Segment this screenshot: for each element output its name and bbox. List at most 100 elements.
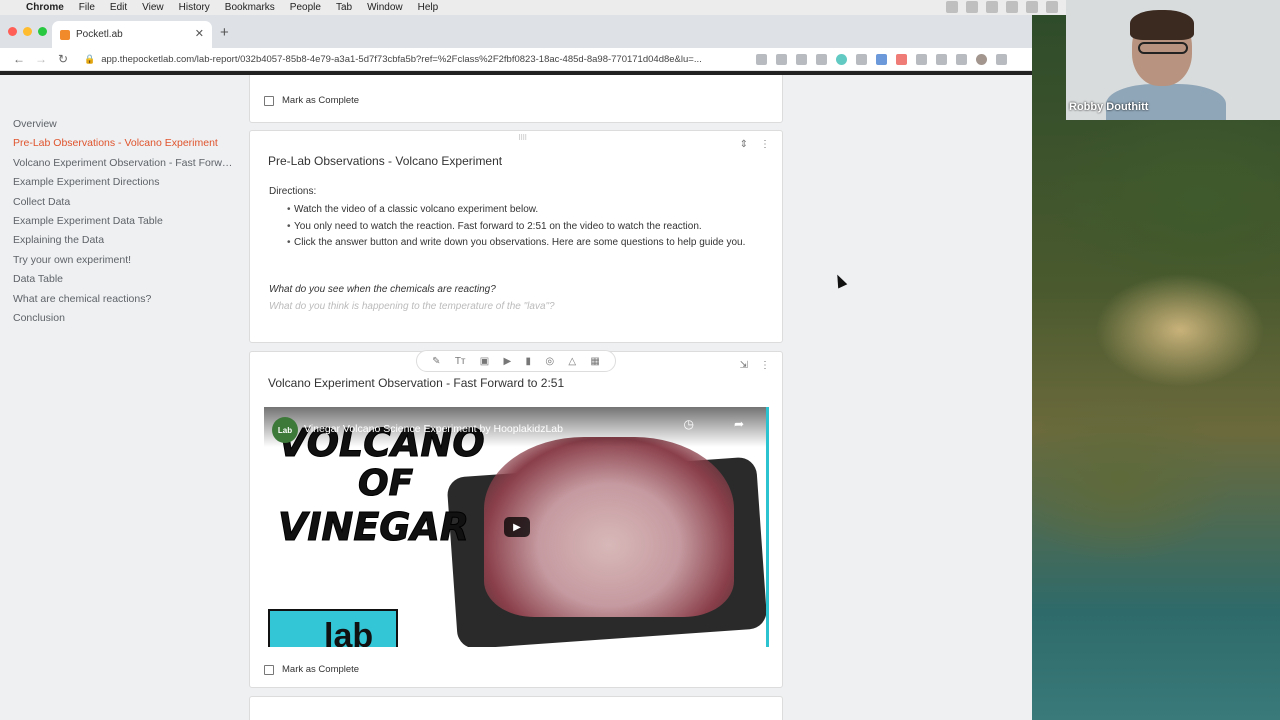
browser-toolbar: ← → ↻ 🔒 app.thepocketlab.com/lab-report/… [0, 48, 1032, 71]
address-bar[interactable]: 🔒 app.thepocketlab.com/lab-report/032b40… [80, 50, 750, 69]
directions-item: Watch the video of a classic volcano exp… [287, 202, 764, 219]
menu-file[interactable]: File [79, 2, 95, 13]
mark-complete-control[interactable]: Mark as Complete [264, 664, 359, 675]
nav-item-overview[interactable]: Overview [0, 115, 236, 134]
window-controls [8, 27, 47, 36]
mark-complete-control[interactable]: Mark as Complete [264, 95, 359, 106]
pocketlab-favicon-icon [60, 29, 70, 40]
key-icon[interactable] [956, 53, 967, 65]
maximize-window-button[interactable] [38, 27, 47, 36]
nav-item-conclusion[interactable]: Conclusion [0, 309, 236, 328]
menu-view[interactable]: View [142, 2, 164, 13]
nav-item-prelab[interactable]: Pre-Lab Observations - Volcano Experimen… [0, 134, 236, 153]
menu-tab[interactable]: Tab [336, 2, 352, 13]
more-options-icon[interactable]: ⋮ [760, 360, 770, 371]
nav-item-explaining-data[interactable]: Explaining the Data [0, 231, 236, 250]
star-icon[interactable] [796, 53, 807, 65]
extension-icon[interactable] [816, 53, 827, 65]
reload-icon[interactable]: ↻ [52, 52, 74, 66]
youtube-video-embed[interactable]: VOLCANO OF VINEGAR lab Lab Vinegar Volca… [264, 407, 769, 647]
menu-help[interactable]: Help [418, 2, 439, 13]
add-drive-icon[interactable]: △ [568, 356, 576, 367]
share-arrow-icon[interactable]: ➦ [734, 417, 744, 431]
card-controls: ⇕ ⋮ [740, 139, 770, 150]
browser-tab[interactable]: Pocketl.ab ✕ [52, 21, 212, 48]
add-table-icon[interactable]: ▦ [590, 356, 599, 367]
text-format-icon[interactable]: Tт [455, 356, 466, 367]
status-icon[interactable] [986, 1, 998, 13]
forward-arrow-icon[interactable]: → [30, 52, 52, 66]
more-menu-icon[interactable] [996, 53, 1007, 65]
cast-icon[interactable] [936, 53, 947, 65]
location-icon[interactable] [756, 53, 767, 65]
directions-list: Watch the video of a classic volcano exp… [287, 202, 764, 252]
mark-complete-checkbox[interactable] [264, 664, 274, 675]
mac-menubar: Chrome File Edit View History Bookmarks … [0, 0, 1066, 15]
extension-icon[interactable] [856, 53, 867, 65]
add-image-icon[interactable]: ▣ [480, 356, 489, 367]
drag-handle-icon[interactable]: ⠿⠿ [518, 134, 530, 142]
collapse-icon[interactable]: ⇕ [740, 139, 748, 150]
profile-avatar[interactable] [976, 53, 987, 65]
puzzle-icon[interactable] [916, 53, 927, 65]
add-question-icon[interactable]: ◎ [545, 356, 554, 367]
insert-content-toolbar: ✎ Tт ▣ ▶ ▮ ◎ △ ▦ [416, 350, 616, 372]
mark-complete-checkbox[interactable] [264, 95, 274, 106]
add-text-icon[interactable]: ✎ [432, 356, 440, 367]
nav-item-example-directions[interactable]: Example Experiment Directions [0, 173, 236, 192]
nav-item-volcano-observation[interactable]: Volcano Experiment Observation - Fast Fo… [0, 154, 236, 173]
menu-app[interactable]: Chrome [26, 2, 64, 13]
play-button[interactable]: ▶ [504, 517, 530, 537]
nav-item-collect-data[interactable]: Collect Data [0, 193, 236, 212]
lab-report-page: Overview Pre-Lab Observations - Volcano … [0, 75, 1032, 720]
watch-later-icon[interactable]: ◷ [684, 417, 694, 431]
channel-logo-icon[interactable]: Lab [272, 417, 298, 443]
video-title[interactable]: Vinegar Volcano Science Experiment by Ho… [304, 423, 563, 435]
add-video-icon[interactable]: ▶ [504, 356, 512, 367]
tab-strip: Pocketl.ab ✕ + [0, 15, 1032, 48]
status-icon[interactable] [946, 1, 958, 13]
close-tab-icon[interactable]: ✕ [195, 27, 204, 40]
presenter-glasses [1138, 42, 1188, 54]
add-chart-icon[interactable]: ▮ [526, 356, 532, 367]
menu-window[interactable]: Window [367, 2, 403, 13]
question-text: What do you see when the chemicals are r… [269, 284, 496, 295]
extension-icon[interactable] [836, 53, 847, 65]
minimize-window-button[interactable] [23, 27, 32, 36]
status-icon[interactable] [1006, 1, 1018, 13]
status-icon[interactable] [966, 1, 978, 13]
webcam-overlay: Robby Douthitt [1066, 0, 1280, 120]
nav-item-data-table[interactable]: Data Table [0, 270, 236, 289]
new-tab-icon[interactable]: + [220, 24, 229, 41]
mark-complete-label: Mark as Complete [282, 664, 360, 675]
status-icon[interactable] [1026, 1, 1038, 13]
share-icon[interactable] [776, 53, 787, 65]
card-controls: ⇲ ⋮ [740, 360, 770, 371]
menu-people[interactable]: People [290, 2, 321, 13]
extension-icon[interactable] [896, 53, 907, 65]
lock-icon: 🔒 [84, 53, 96, 64]
video-overlay-text: OF [357, 463, 414, 505]
menu-bookmarks[interactable]: Bookmarks [225, 2, 275, 13]
presenter-name: Robby Douthitt [1069, 101, 1149, 113]
directions-item: Click the answer button and write down y… [287, 235, 764, 252]
mark-complete-label: Mark as Complete [282, 95, 360, 106]
card-title: Pre-Lab Observations - Volcano Experimen… [268, 154, 503, 168]
tab-title: Pocketl.ab [76, 29, 123, 40]
nav-item-example-data-table[interactable]: Example Experiment Data Table [0, 212, 236, 231]
nav-item-try-experiment[interactable]: Try your own experiment! [0, 251, 236, 270]
extension-icon[interactable] [876, 53, 887, 65]
nav-item-chemical-reactions[interactable]: What are chemical reactions? [0, 290, 236, 309]
menu-history[interactable]: History [179, 2, 210, 13]
directions-item: You only need to watch the reaction. Fas… [287, 219, 764, 236]
browser-window: Pocketl.ab ✕ + ← → ↻ 🔒 app.thepocketlab.… [0, 15, 1032, 720]
collapse-icon[interactable]: ⇲ [740, 360, 748, 371]
close-window-button[interactable] [8, 27, 17, 36]
back-arrow-icon[interactable]: ← [8, 52, 30, 66]
menu-edit[interactable]: Edit [110, 2, 127, 13]
previous-card: Mark as Complete [249, 75, 783, 123]
status-icon[interactable] [1046, 1, 1058, 13]
question-text: What do you think is happening to the te… [269, 301, 555, 312]
more-options-icon[interactable]: ⋮ [760, 139, 770, 150]
volcano-observation-card: ⠿⠿ ⇲ ⋮ Volcano Experiment Observation - … [249, 351, 783, 688]
